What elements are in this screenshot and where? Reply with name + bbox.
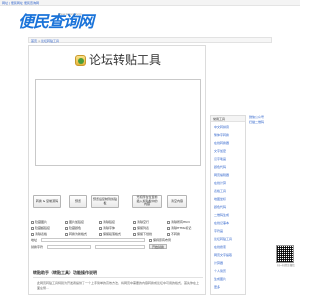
clear-content-button[interactable]: 清空内容 — [167, 195, 187, 208]
sidebar-item-more[interactable]: 更多 — [214, 285, 220, 289]
option-9[interactable]: 保留列表 — [133, 226, 149, 230]
preview-copy-button[interactable]: 预览后复制到剪贴板 — [91, 195, 119, 208]
checkbox[interactable] — [99, 226, 102, 230]
checkbox[interactable] — [65, 232, 68, 236]
replace-to-input[interactable] — [95, 245, 145, 249]
header: 便民查询网 www.bmcx.com — [0, 6, 300, 34]
checkbox[interactable] — [31, 220, 34, 224]
sidebar-item[interactable]: 个人简历 — [214, 269, 226, 273]
checkbox[interactable] — [31, 226, 34, 230]
insert-clipboard-button[interactable]: 光标所在位置前 插入剪贴板中的 内容 — [132, 195, 162, 208]
option-4[interactable]: 清除空行 — [133, 220, 149, 224]
breadcrumb-home[interactable]: 首页 — [31, 39, 37, 43]
sidebar-item[interactable]: 文字加密 — [214, 149, 226, 153]
qr-code-icon — [276, 245, 294, 263]
sidebar-item[interactable]: 繁体字转换 — [214, 133, 229, 137]
option-14[interactable]: 保留下划线 — [133, 232, 152, 236]
tool-panel: 论坛转贴工具 转换 & 复制源码 预览 预览后复制到剪贴板 光标所在位置前 插入… — [28, 45, 206, 295]
start-replace-button[interactable]: 开始替换 — [149, 244, 167, 249]
sidebar-item[interactable]: 论坛转贴工具 — [214, 237, 232, 241]
address-label: 地址 — [31, 238, 38, 242]
sidebar-item[interactable]: 计算器 — [214, 261, 223, 265]
content-editor[interactable] — [35, 79, 201, 166]
option-1[interactable]: 隐藏图片 — [31, 220, 47, 224]
help-title: 转贴助手（转贴工具）功能操作说明 — [33, 270, 97, 275]
checkbox[interactable] — [167, 232, 170, 236]
checkbox[interactable] — [65, 220, 68, 224]
floating-qr: 扫一扫关注微信 — [276, 245, 296, 273]
option-7[interactable]: 隐藏颜色 — [65, 226, 81, 230]
sidebar-item[interactable]: 颜色代码 — [214, 165, 226, 169]
sidebar-item[interactable]: 字符画 — [214, 229, 223, 233]
sidebar-item[interactable]: 汉字笔画 — [214, 157, 226, 161]
option-15[interactable]: 不转换 — [167, 232, 180, 236]
replace-label: 替换字符 — [31, 245, 44, 249]
page-title: 论坛转贴工具 — [89, 53, 162, 67]
replace-from-input[interactable] — [47, 245, 91, 249]
sidebar-item[interactable]: 在线计算 — [214, 181, 226, 185]
help-text: 此网页转贴工具特别为开发者提供了一个上手简单的高效方法，将网页中需要的内容转换成… — [37, 281, 200, 290]
sidebar-item[interactable]: 颜色代码 — [214, 205, 226, 209]
option-10[interactable]: 清除HTML标记 — [167, 226, 191, 230]
site-url: www.bmcx.com — [58, 12, 82, 16]
checkbox[interactable] — [149, 238, 152, 242]
top-link-home[interactable]: 便民查询网 — [24, 1, 39, 5]
divider — [33, 277, 203, 278]
checkbox[interactable] — [31, 232, 34, 236]
sidebar-item[interactable]: 表格工具 — [214, 189, 226, 193]
option-6[interactable]: 隐藏超链接 — [31, 226, 50, 230]
qr-caption: 扫一扫关注微信 — [277, 264, 295, 267]
option-8[interactable]: 清除字体 — [99, 226, 115, 230]
checkbox[interactable] — [167, 220, 170, 224]
sidebar-item[interactable]: 网页编辑器 — [214, 173, 229, 177]
option-2[interactable]: 图片加链接 — [65, 220, 84, 224]
sidebar-item[interactable]: 在线搜索 — [214, 245, 226, 249]
breadcrumb-current[interactable]: 论坛转贴工具 — [41, 39, 59, 43]
checkbox[interactable] — [167, 226, 170, 230]
sidebar-item[interactable]: 生成图片 — [214, 277, 226, 281]
convert-copy-button[interactable]: 转换 & 复制源码 — [33, 195, 61, 208]
tools-sidebar: 常用工具 中文转拼音 繁体字转换 在线转换器 文字加密 汉字笔画 颜色代码 网页… — [210, 115, 246, 295]
sidebar-heading: 常用工具 — [211, 116, 245, 122]
option-12[interactable]: 转换为新格式 — [65, 232, 87, 236]
breadcrumb: 首页 > 论坛转贴工具 — [28, 37, 272, 43]
option-11[interactable]: 清除表格 — [31, 232, 47, 236]
preview-button[interactable]: 预览 — [69, 195, 87, 208]
checkbox[interactable] — [99, 220, 102, 224]
checkbox[interactable] — [133, 232, 136, 236]
sidebar-item[interactable]: 网页文字提取 — [214, 253, 232, 257]
top-link-nav[interactable]: 网址 | 便民网址 — [2, 1, 23, 5]
checkbox[interactable] — [99, 232, 102, 236]
keep-layout-option[interactable]: 保持原有布局 — [149, 238, 171, 242]
sidebar-item[interactable]: 在线转换器 — [214, 141, 229, 145]
checkbox[interactable] — [133, 220, 136, 224]
address-input[interactable] — [41, 238, 145, 242]
sidebar-item[interactable]: 地图坐标 — [214, 197, 226, 201]
scan-link[interactable]: 扫描二维码 — [249, 120, 273, 125]
tool-icon — [75, 55, 86, 66]
side-links: 微信公众号 扫描二维码 — [249, 115, 273, 165]
checkbox[interactable] — [133, 226, 136, 230]
sidebar-item[interactable]: 中文转拼音 — [214, 125, 229, 129]
option-3[interactable]: 清除链接 — [99, 220, 115, 224]
option-5[interactable]: 清除所有Html — [167, 220, 190, 224]
option-13[interactable]: 保留段落格式 — [99, 232, 121, 236]
checkbox[interactable] — [65, 226, 68, 230]
sidebar-item[interactable]: 二维码生成 — [214, 213, 229, 217]
sidebar-item[interactable]: 在线记事本 — [214, 221, 229, 225]
